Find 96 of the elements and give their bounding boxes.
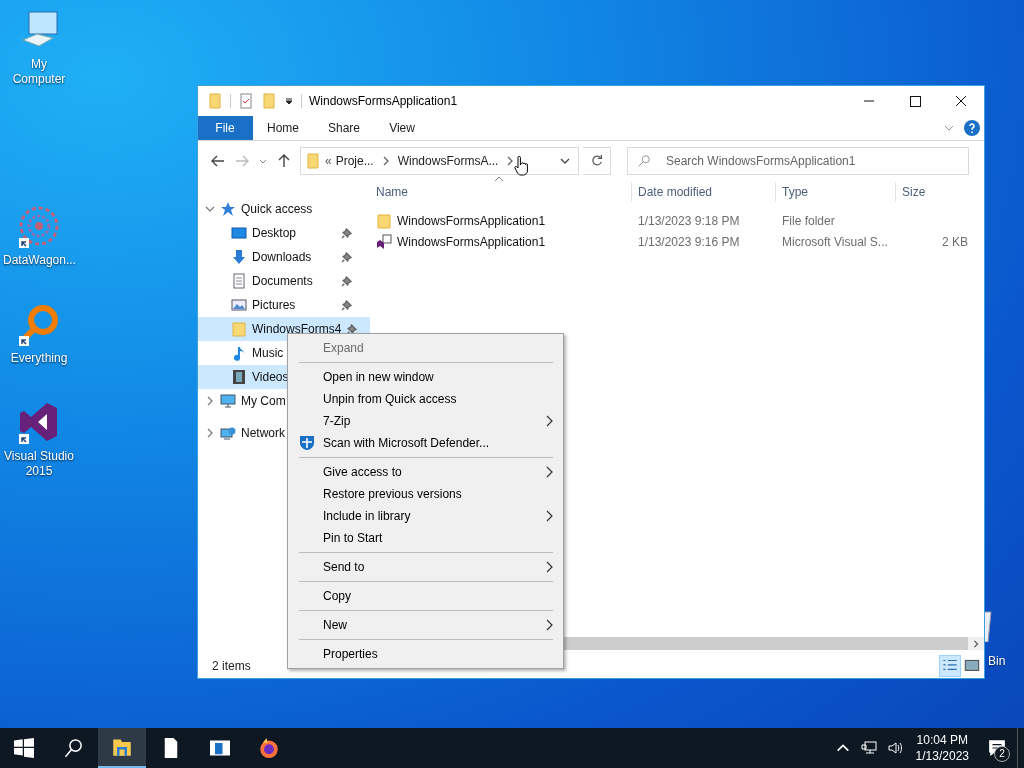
expand-ribbon-icon[interactable] <box>944 123 954 133</box>
menu-item[interactable]: Restore previous versions <box>290 483 561 505</box>
chevron-icon[interactable] <box>506 156 515 166</box>
pin-icon <box>346 323 358 335</box>
download-arrow-icon <box>231 249 247 265</box>
menu-item[interactable]: New <box>290 614 561 636</box>
shortcut-arrow-icon <box>19 434 29 444</box>
ribbon-tab[interactable]: Share <box>314 116 376 140</box>
folder-icon <box>207 93 223 109</box>
sort-caret-icon <box>494 176 504 182</box>
search-icon <box>637 154 651 168</box>
clock[interactable]: 10:04 PM 1/13/2023 <box>907 732 977 764</box>
desktop-icon-label[interactable]: Visual Studio 2015 <box>3 449 75 479</box>
notification-count: 2 <box>994 746 1010 762</box>
table-cell-text: 1/13/2023 9:18 PM <box>637 213 741 228</box>
column-header[interactable]: Type <box>776 182 896 202</box>
collapse-chevron-icon[interactable] <box>205 204 215 214</box>
network-icon <box>220 425 236 441</box>
table-cell-text: 1/13/2023 9:16 PM <box>637 234 741 249</box>
scroll-right-icon[interactable] <box>972 639 980 648</box>
breadcrumb-overflow[interactable]: « <box>325 154 332 168</box>
speaker-icon[interactable] <box>886 740 903 756</box>
solution-file-icon <box>376 233 392 250</box>
menu-item[interactable]: Pin to Start <box>290 527 561 549</box>
music-note-icon <box>231 345 247 361</box>
shortcut-arrow-icon <box>19 336 29 346</box>
window-title: WindowsFormsApplication1 <box>309 94 458 108</box>
network-icon[interactable] <box>860 740 877 756</box>
up-arrow-icon[interactable] <box>276 153 292 169</box>
pin-icon <box>341 251 352 263</box>
shortcut-arrow-icon <box>19 238 29 248</box>
desktop-icon <box>231 225 247 241</box>
taskbar-button[interactable] <box>98 728 146 768</box>
search-icon <box>63 738 83 758</box>
ribbon-tab[interactable]: File <box>198 116 253 140</box>
chevron-icon[interactable] <box>381 156 390 166</box>
app-window-icon <box>210 738 230 758</box>
monitor-icon <box>220 393 236 409</box>
star-icon <box>220 201 236 217</box>
flower-pattern-icon[interactable] <box>17 204 61 248</box>
pin-icon <box>341 299 352 311</box>
expand-chevron-icon[interactable] <box>205 396 215 406</box>
pin-icon <box>341 227 352 239</box>
properties-check-icon[interactable] <box>238 93 254 109</box>
hand-cursor-icon <box>514 156 528 176</box>
menu-item[interactable]: Send to <box>290 556 561 578</box>
file-name[interactable]: WindowsFormsApplication1 <box>370 233 632 250</box>
menu-item[interactable]: Copy <box>290 585 561 607</box>
dropdown-icon[interactable] <box>560 156 570 166</box>
nav-item[interactable]: Desktop <box>198 221 370 245</box>
folder-icon <box>376 212 392 229</box>
refresh-button[interactable] <box>583 147 611 175</box>
folder-icon <box>231 321 247 337</box>
menu-item[interactable]: 7-Zip <box>290 410 561 432</box>
dropdown-icon[interactable] <box>284 96 294 106</box>
table-cell-text: Microsoft Visual S... <box>781 234 889 249</box>
film-icon <box>231 369 247 385</box>
column-header[interactable]: Size <box>896 182 974 202</box>
action-center-button[interactable]: 2 <box>977 728 1017 768</box>
breadcrumb[interactable]: Proje... <box>335 154 374 168</box>
nav-item[interactable]: Downloads <box>198 245 370 269</box>
search-field[interactable]: Search WindowsFormsApplication1 <box>627 147 969 175</box>
folder-icon <box>112 737 132 757</box>
fox-globe-icon <box>259 738 279 758</box>
document-icon <box>231 273 247 289</box>
column-header[interactable]: Name <box>370 182 632 202</box>
item-count: 2 items <box>212 659 251 673</box>
expand-chevron-icon[interactable] <box>205 428 215 438</box>
clock-time: 10:04 PM <box>916 732 968 748</box>
refresh-icon <box>589 154 604 168</box>
details-view-icon[interactable] <box>940 656 960 676</box>
picture-icon <box>231 297 247 313</box>
address-bar[interactable]: « Proje... WindowsFormsA... <box>300 147 579 175</box>
ribbon-tab[interactable]: View <box>375 116 431 140</box>
table-cell-text: 2 KB <box>941 234 969 249</box>
back-arrow-icon[interactable] <box>210 153 226 169</box>
file-name[interactable]: WindowsFormsApplication1 <box>370 212 632 229</box>
table-cell-text: File folder <box>781 213 836 228</box>
column-header[interactable]: Date modified <box>632 182 776 202</box>
folder-icon <box>305 153 321 169</box>
menu-item[interactable]: Scan with Microsoft Defender... <box>290 432 561 454</box>
menu-item[interactable]: Unpin from Quick access <box>290 388 561 410</box>
nav-item[interactable]: Pictures <box>198 293 370 317</box>
menu-item[interactable]: Include in library <box>290 505 561 527</box>
ribbon-tab[interactable]: Home <box>253 116 314 140</box>
windows-logo-icon <box>14 738 34 758</box>
clock-date: 1/13/2023 <box>915 748 969 764</box>
nav-item[interactable]: Quick access <box>198 197 370 221</box>
desktop-icon-label[interactable]: Bin <box>985 654 1006 669</box>
menu-item[interactable]: Properties <box>290 643 561 665</box>
shield-icon <box>298 435 315 451</box>
menu-item[interactable]: Give access to <box>290 461 561 483</box>
breadcrumb[interactable]: WindowsFormsA... <box>397 154 499 168</box>
help-icon[interactable] <box>964 120 980 136</box>
pin-icon <box>341 275 352 287</box>
nav-item[interactable]: Documents <box>198 269 370 293</box>
